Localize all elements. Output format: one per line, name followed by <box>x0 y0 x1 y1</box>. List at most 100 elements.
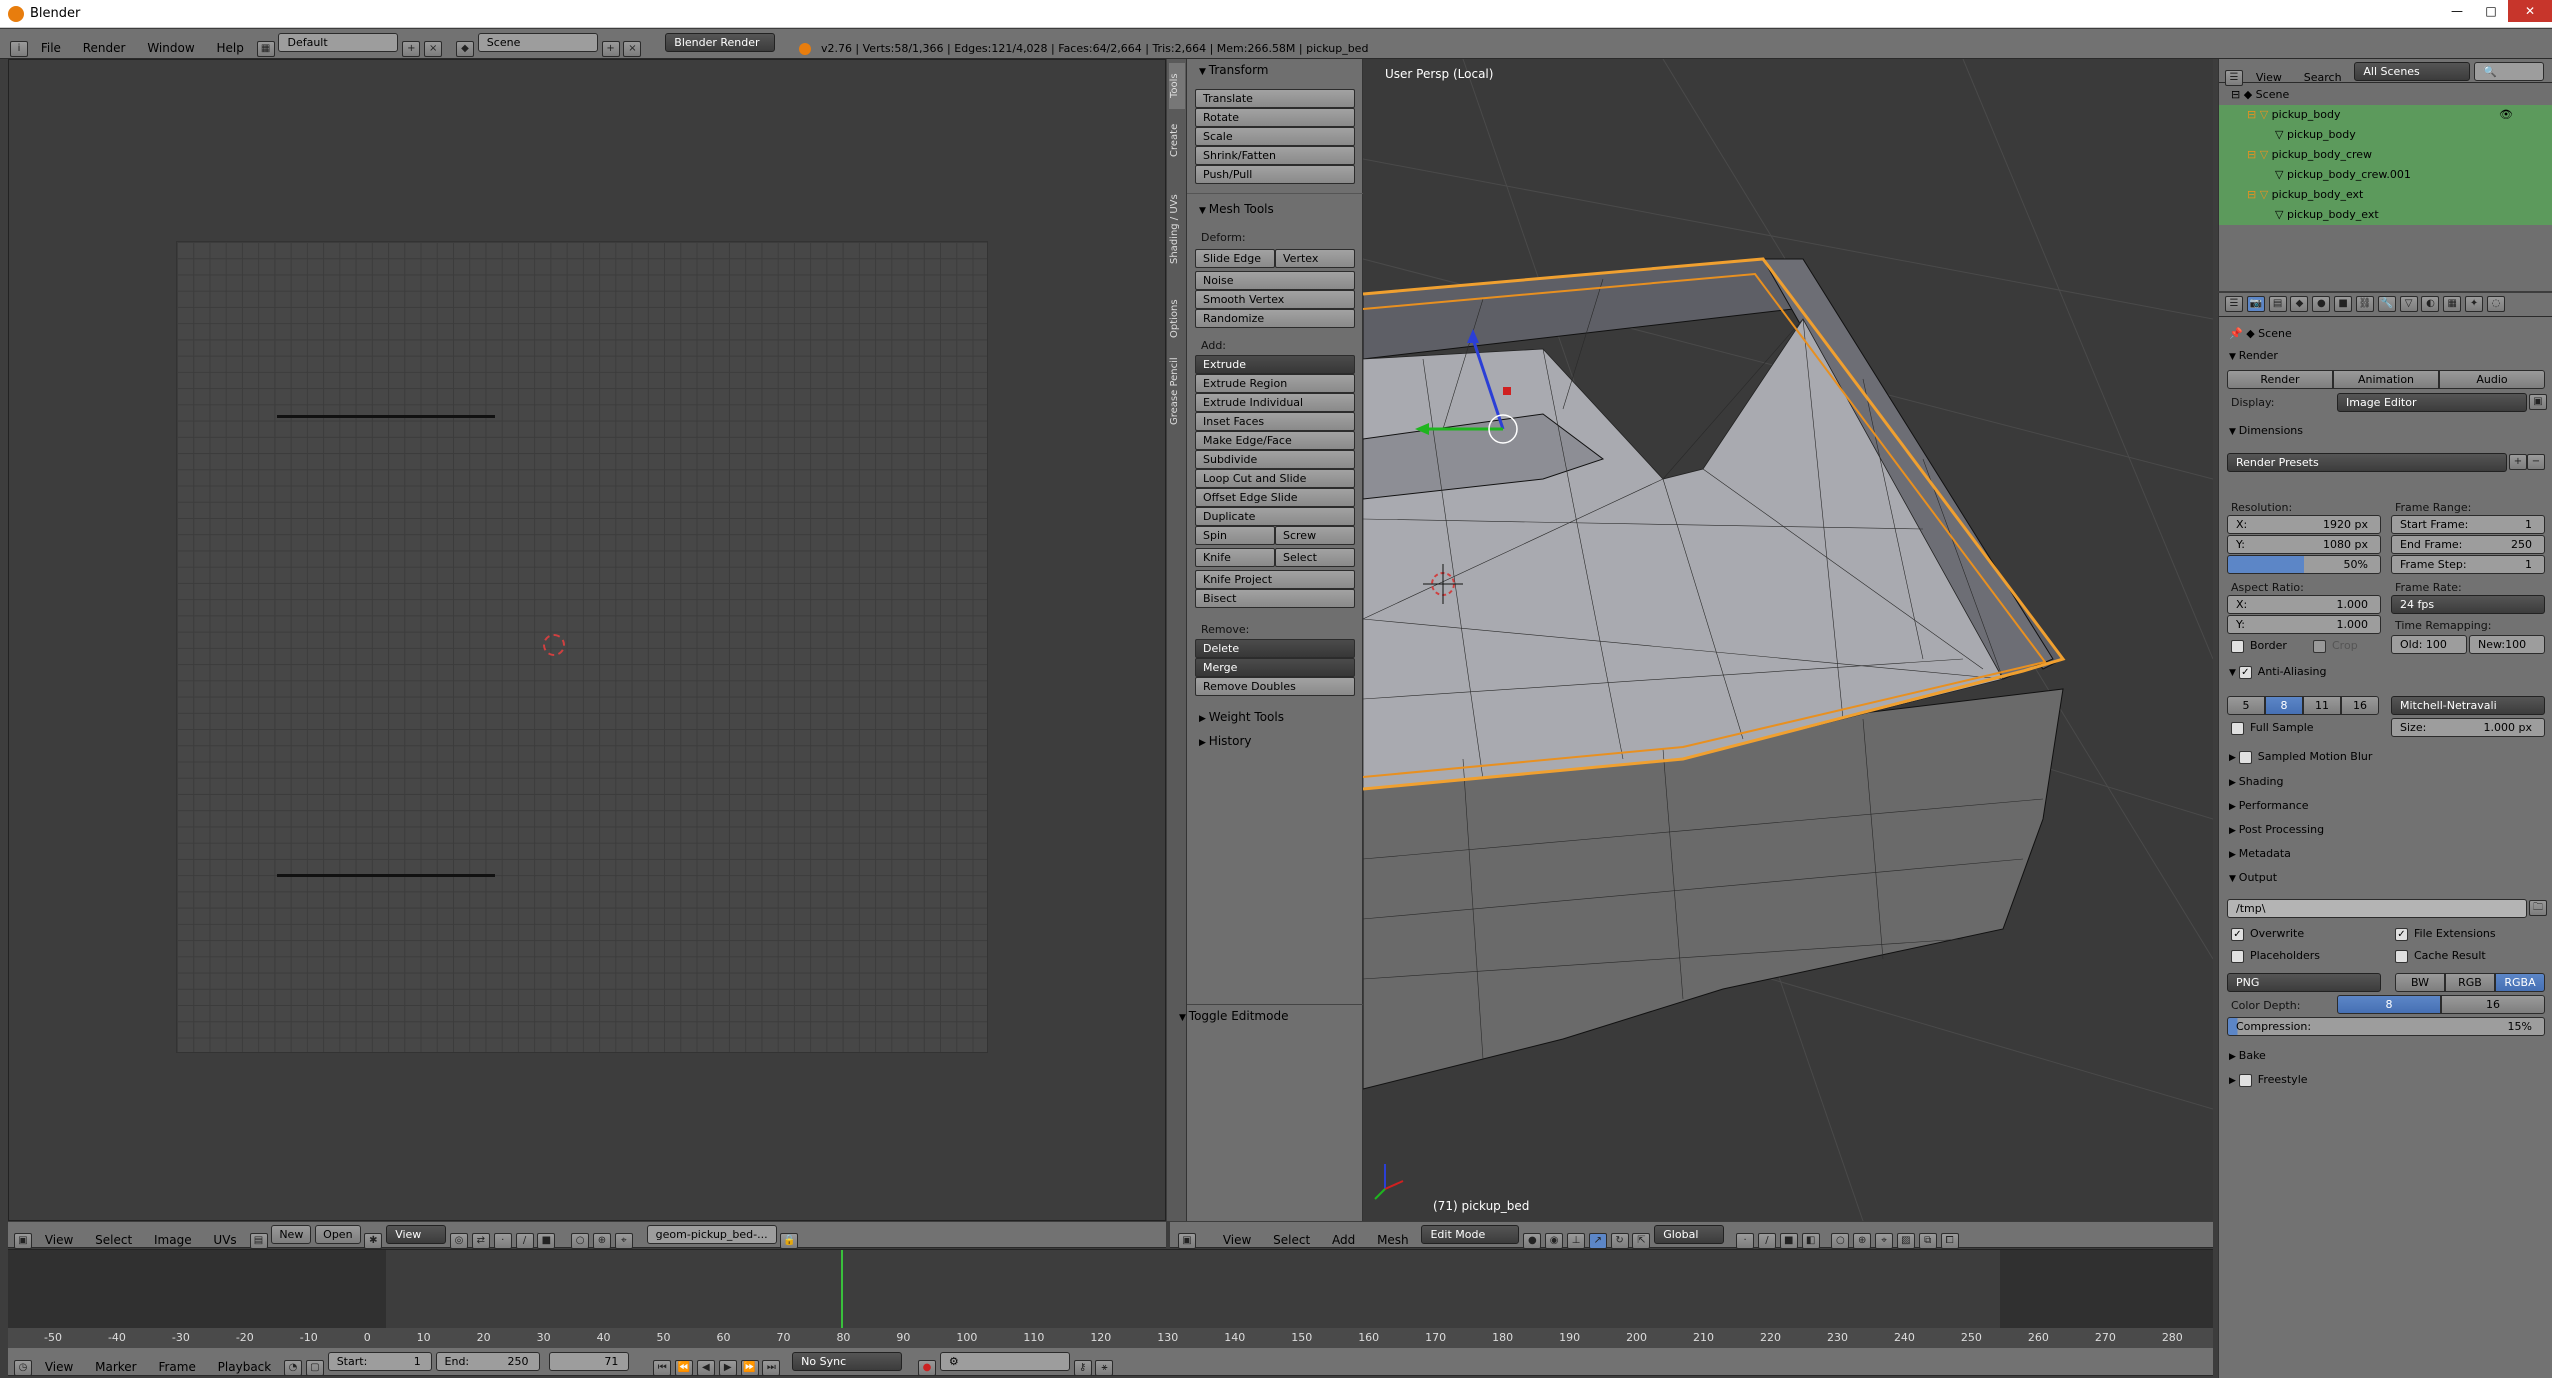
outliner-row-pickup-body-crew[interactable]: ⊟ ▽ pickup_body_crew <box>2219 145 2552 165</box>
frame-step-field[interactable]: Frame Step: 1 <box>2391 555 2545 574</box>
layout-icon[interactable]: ▦ <box>256 40 275 57</box>
render-engine-select[interactable]: Blender Render <box>665 33 776 52</box>
image-view-select[interactable]: View <box>386 1225 447 1244</box>
vertex-mode-icon[interactable]: · <box>1736 1232 1755 1249</box>
add-layout-icon[interactable]: + <box>402 40 421 57</box>
jump-start-icon[interactable]: ⏮ <box>653 1359 672 1376</box>
placeholders-checkbox[interactable]: Placeholders <box>2231 949 2320 963</box>
history-panel-header[interactable]: History <box>1199 730 1252 754</box>
image-menu-view[interactable]: View <box>36 1229 82 1251</box>
3d-scene[interactable] <box>1363 59 2213 1221</box>
subdivide-button[interactable]: Subdivide <box>1195 450 1355 469</box>
pin-context-icon[interactable]: 📌 <box>2229 327 2246 340</box>
frame-rate-select[interactable]: 24 fps <box>2391 595 2545 614</box>
res-percentage-slider[interactable]: 50% <box>2227 555 2381 574</box>
face-select-icon[interactable]: ■ <box>537 1232 556 1249</box>
toggle-editmode-panel[interactable]: Toggle Editmode <box>1179 1005 1289 1029</box>
occlude-geometry-icon[interactable]: ◧ <box>1801 1232 1820 1249</box>
prev-key-icon[interactable]: ⏪ <box>675 1359 694 1376</box>
viewport-menu-mesh[interactable]: Mesh <box>1368 1229 1418 1251</box>
image-menu-uvs[interactable]: UVs <box>204 1229 245 1251</box>
copy-icon[interactable]: ⧉ <box>1918 1232 1937 1249</box>
start-frame-input[interactable]: Start: 1 <box>327 1352 432 1371</box>
timeline-menu-view[interactable]: View <box>36 1356 82 1378</box>
timeline-menu-playback[interactable]: Playback <box>209 1356 281 1378</box>
menu-window[interactable]: Window <box>138 37 203 59</box>
2d-cursor-icon[interactable] <box>543 634 565 656</box>
full-sample-checkbox[interactable]: Full Sample <box>2231 721 2314 735</box>
aa-samples-11[interactable]: 11 <box>2303 696 2341 715</box>
scale-button[interactable]: Scale <box>1195 127 1355 146</box>
scene-icon[interactable]: ◆ <box>455 40 474 57</box>
timeline[interactable]: -50 -40 -30 -20 -10 0 10 20 30 40 50 60 70 80 90 100 110… <box>8 1249 2213 1348</box>
randomize-button[interactable]: Randomize <box>1195 309 1355 328</box>
render-button[interactable]: Render <box>2227 370 2333 389</box>
animation-button[interactable]: Animation <box>2333 370 2439 389</box>
image-editor-type-icon[interactable]: ▣ <box>14 1232 32 1249</box>
display-window-icon[interactable]: ▣ <box>2529 394 2547 410</box>
render-panel-header[interactable]: Render <box>2229 345 2278 368</box>
aa-filter-select[interactable]: Mitchell-Netravali <box>2391 696 2545 715</box>
minimize-button[interactable]: — <box>2442 4 2472 22</box>
3d-viewport[interactable]: User Persp (Local) (71) pickup_bed <box>1363 59 2213 1221</box>
mode-select[interactable]: Edit Mode <box>1421 1225 1520 1244</box>
smooth-vertex-button[interactable]: Smooth Vertex <box>1195 290 1355 309</box>
outliner-filter-select[interactable]: All Scenes <box>2354 62 2471 81</box>
remove-preset-icon[interactable]: − <box>2527 454 2545 470</box>
viewport-menu-select[interactable]: Select <box>1264 1229 1319 1251</box>
physics-tab-icon[interactable]: ◌ <box>2486 296 2505 312</box>
insert-keyframe-icon[interactable]: ⚷ <box>1073 1359 1092 1376</box>
tab-grease-pencil[interactable]: Grease Pencil <box>1169 351 1185 431</box>
color-rgba-button[interactable]: RGBA <box>2495 973 2545 992</box>
push-pull-button[interactable]: Push/Pull <box>1195 165 1355 184</box>
world-tab-icon[interactable]: ● <box>2312 296 2331 312</box>
loop-cut-button[interactable]: Loop Cut and Slide <box>1195 469 1355 488</box>
dimensions-panel-header[interactable]: Dimensions <box>2229 420 2303 443</box>
timeline-menu-frame[interactable]: Frame <box>149 1356 204 1378</box>
aa-size-field[interactable]: Size: 1.000 px <box>2391 718 2545 737</box>
spin-button[interactable]: Spin <box>1195 526 1275 545</box>
orientation-select[interactable]: Global <box>1654 1225 1725 1244</box>
remove-scene-icon[interactable]: × <box>623 40 642 57</box>
bake-panel-header[interactable]: Bake <box>2229 1049 2266 1062</box>
render-icon[interactable]: ▨ <box>1896 1232 1915 1249</box>
viewport-menu-view[interactable]: View <box>1214 1229 1260 1251</box>
close-button[interactable]: ✕ <box>2508 0 2552 22</box>
paste-icon[interactable]: ⧠ <box>1940 1232 1959 1249</box>
border-checkbox[interactable]: Border <box>2231 639 2287 653</box>
outliner-type-icon[interactable]: ☰ <box>2225 69 2243 86</box>
offset-edge-slide-button[interactable]: Offset Edge Slide <box>1195 488 1355 507</box>
folder-icon[interactable]: 🗀 <box>2529 900 2547 916</box>
edge-mode-icon[interactable]: / <box>1757 1232 1776 1249</box>
bisect-button[interactable]: Bisect <box>1195 589 1355 608</box>
remove-layout-icon[interactable]: × <box>424 40 443 57</box>
menu-file[interactable]: File <box>32 37 70 59</box>
inset-faces-button[interactable]: Inset Faces <box>1195 412 1355 431</box>
editor-type-icon[interactable]: i <box>10 40 28 57</box>
translate-manipulator-icon[interactable]: ↗ <box>1588 1232 1607 1249</box>
snap-target-icon[interactable]: ⌖ <box>614 1232 633 1249</box>
image-new-button[interactable]: New <box>271 1225 312 1244</box>
next-key-icon[interactable]: ⏩ <box>740 1359 759 1376</box>
aa-samples-5[interactable]: 5 <box>2227 696 2265 715</box>
cache-result-checkbox[interactable]: Cache Result <box>2395 949 2486 963</box>
texture-tab-icon[interactable]: ▦ <box>2443 296 2462 312</box>
tab-shading-uvs[interactable]: Shading / UVs <box>1169 171 1185 287</box>
manipulator-toggle-icon[interactable]: ⊥ <box>1566 1232 1585 1249</box>
play-reverse-icon[interactable]: ◀ <box>696 1359 715 1376</box>
transform-panel-header[interactable]: Transform <box>1199 59 1269 83</box>
extrude-individual-button[interactable]: Extrude Individual <box>1195 393 1355 412</box>
pin-icon[interactable]: ✱ <box>364 1232 383 1249</box>
duplicate-button[interactable]: Duplicate <box>1195 507 1355 526</box>
compression-slider[interactable]: Compression: 15% <box>2227 1017 2545 1036</box>
lock-range-icon[interactable]: ▢ <box>305 1359 324 1376</box>
merge-menu[interactable]: Merge <box>1195 658 1355 677</box>
constraints-tab-icon[interactable]: ⛓ <box>2355 296 2374 312</box>
outliner-search-input[interactable]: 🔍 <box>2474 62 2545 81</box>
knife-project-button[interactable]: Knife Project <box>1195 570 1355 589</box>
outliner-row-scene[interactable]: ⊟ ◆ Scene <box>2219 85 2552 105</box>
data-tab-icon[interactable]: ▽ <box>2399 296 2418 312</box>
shading-icon[interactable]: ● <box>1523 1232 1542 1249</box>
extrude-region-button[interactable]: Extrude Region <box>1195 374 1355 393</box>
outliner-row-pickup-body-ext[interactable]: ⊟ ▽ pickup_body_ext <box>2219 185 2552 205</box>
